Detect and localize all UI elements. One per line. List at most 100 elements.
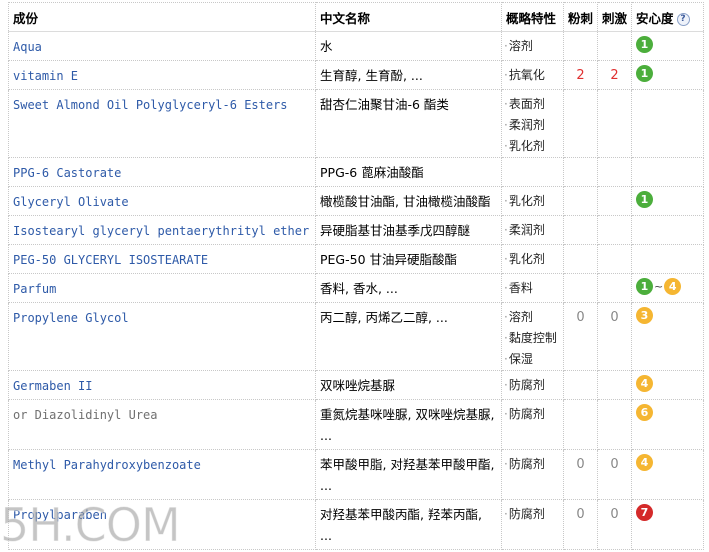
irritation-score: 0 bbox=[597, 499, 632, 550]
acne-score bbox=[563, 370, 598, 400]
chinese-name: 甜杏仁油聚甘油-6 酯类 bbox=[315, 89, 502, 158]
irritation-score bbox=[597, 399, 632, 450]
ingredient-name-link[interactable]: Parfum bbox=[8, 273, 316, 303]
help-icon[interactable]: ? bbox=[676, 12, 690, 26]
safety-badge[interactable]: 6 bbox=[636, 404, 653, 421]
irritation-score bbox=[597, 31, 632, 61]
table-row: Methyl Parahydroxybenzoate 苯甲酸甲脂, 对羟基苯甲酸甲… bbox=[8, 449, 704, 500]
function-item: ·乳化剂 bbox=[504, 252, 545, 266]
function-item: ·柔润剂 bbox=[504, 118, 545, 132]
table-row: Sweet Almond Oil Polyglyceryl-6 Esters 甜杏… bbox=[8, 89, 704, 158]
ingredient-name-link[interactable]: Methyl Parahydroxybenzoate bbox=[8, 449, 316, 500]
function-label: 香料 bbox=[508, 281, 533, 295]
safety-cell: 6 bbox=[631, 399, 704, 450]
acne-score bbox=[563, 215, 598, 245]
acne-score bbox=[563, 399, 598, 450]
irritation-score bbox=[597, 89, 632, 158]
irritation-score bbox=[597, 186, 632, 216]
function-cell: ·防腐剂 bbox=[501, 499, 564, 550]
ingredient-name-link[interactable]: Sweet Almond Oil Polyglyceryl-6 Esters bbox=[8, 89, 316, 158]
acne-score bbox=[563, 244, 598, 274]
function-item: ·乳化剂 bbox=[504, 194, 545, 208]
table-row: Propylparaben 对羟基苯甲酸丙酯, 羟苯丙酯, ... ·防腐剂 0 0 7 bbox=[8, 499, 704, 550]
irritation-score: 0 bbox=[597, 302, 632, 371]
ingredient-name-link[interactable]: Germaben II bbox=[8, 370, 316, 400]
irritation-score bbox=[597, 370, 632, 400]
table-row: or Diazolidinyl Urea 重氮烷基咪唑脲, 双咪唑烷基脲, ...… bbox=[8, 399, 704, 450]
chinese-name: PPG-6 蓖麻油酸酯 bbox=[315, 157, 502, 187]
acne-score bbox=[563, 273, 598, 303]
irritation-score: 2 bbox=[597, 60, 632, 90]
function-item: ·防腐剂 bbox=[504, 378, 545, 392]
function-item: ·溶剂 bbox=[504, 310, 533, 324]
function-item: ·表面剂 bbox=[504, 97, 545, 111]
function-label: 抗氧化 bbox=[508, 68, 545, 82]
safety-badge[interactable]: 4 bbox=[636, 375, 653, 392]
chinese-name: 对羟基苯甲酸丙酯, 羟苯丙酯, ... bbox=[315, 499, 502, 550]
function-label: 溶剂 bbox=[508, 310, 533, 324]
range-separator: ~ bbox=[654, 280, 664, 293]
header-cn-name: 中文名称 bbox=[315, 2, 502, 32]
chinese-name: 橄榄酸甘油酯, 甘油橄榄油酸酯 bbox=[315, 186, 502, 216]
table-row: Propylene Glycol 丙二醇, 丙烯乙二醇, ... ·溶剂 ·黏度控制 ·… bbox=[8, 302, 704, 371]
function-item: ·保湿 bbox=[504, 352, 533, 366]
safety-badge[interactable]: 7 bbox=[636, 504, 653, 521]
ingredient-name-link[interactable]: Isostearyl glyceryl pentaerythrityl ethe… bbox=[8, 215, 316, 245]
function-cell: ·柔润剂 bbox=[501, 215, 564, 245]
ingredient-table: 成份 中文名称 概略特性 粉刺 刺激 安心度? Aqua 水 ·溶剂 1 vitamin… bbox=[8, 2, 704, 550]
irritation-score bbox=[597, 215, 632, 245]
acne-score: 0 bbox=[563, 499, 598, 550]
ingredient-name-link[interactable]: Propylene Glycol bbox=[8, 302, 316, 371]
ingredient-name-link[interactable]: Glyceryl Olivate bbox=[8, 186, 316, 216]
function-item: ·溶剂 bbox=[504, 39, 533, 53]
function-item: ·黏度控制 bbox=[504, 331, 557, 345]
chinese-name: 重氮烷基咪唑脲, 双咪唑烷基脲, ... bbox=[315, 399, 502, 450]
function-item: ·抗氧化 bbox=[504, 68, 545, 82]
acne-score: 0 bbox=[563, 449, 598, 500]
safety-badge[interactable]: 1 bbox=[636, 278, 653, 295]
function-label: 乳化剂 bbox=[508, 139, 545, 153]
safety-badge[interactable]: 4 bbox=[636, 454, 653, 471]
safety-cell bbox=[631, 244, 704, 274]
function-item: ·乳化剂 bbox=[504, 139, 545, 153]
irritation-score bbox=[597, 157, 632, 187]
safety-badge[interactable]: 1 bbox=[636, 65, 653, 82]
function-label: 柔润剂 bbox=[508, 223, 545, 237]
safety-cell: 7 bbox=[631, 499, 704, 550]
table-row: vitamin E 生育醇, 生育酚, ... ·抗氧化 2 2 1 bbox=[8, 60, 704, 90]
table-row: PPG-6 Castorate PPG-6 蓖麻油酸酯 bbox=[8, 157, 704, 187]
function-label: 溶剂 bbox=[508, 39, 533, 53]
table-header-row: 成份 中文名称 概略特性 粉刺 刺激 安心度? bbox=[8, 2, 704, 32]
function-cell: ·抗氧化 bbox=[501, 60, 564, 90]
ingredient-name-link[interactable]: Propylparaben bbox=[8, 499, 316, 550]
function-cell bbox=[501, 157, 564, 187]
function-item: ·香料 bbox=[504, 281, 533, 295]
irritation-score bbox=[597, 244, 632, 274]
irritation-score bbox=[597, 273, 632, 303]
ingredient-name-link[interactable]: PEG-50 GLYCERYL ISOSTEARATE bbox=[8, 244, 316, 274]
chinese-name: 异硬脂基甘油基季戊四醇醚 bbox=[315, 215, 502, 245]
ingredient-name-link[interactable]: Aqua bbox=[8, 31, 316, 61]
safety-cell: 1 bbox=[631, 60, 704, 90]
function-label: 防腐剂 bbox=[508, 407, 545, 421]
chinese-name: 双咪唑烷基脲 bbox=[315, 370, 502, 400]
safety-badge[interactable]: 1 bbox=[636, 191, 653, 208]
safety-badge[interactable]: 3 bbox=[636, 307, 653, 324]
function-item: ·防腐剂 bbox=[504, 457, 545, 471]
ingredient-name-link[interactable]: or Diazolidinyl Urea bbox=[8, 399, 316, 450]
safety-badge[interactable]: 1 bbox=[636, 36, 653, 53]
ingredient-name-link[interactable]: vitamin E bbox=[8, 60, 316, 90]
function-label: 防腐剂 bbox=[508, 457, 545, 471]
function-cell: ·溶剂 ·黏度控制 ·保湿 bbox=[501, 302, 564, 371]
chinese-name: 水 bbox=[315, 31, 502, 61]
header-irritation: 刺激 bbox=[597, 2, 632, 32]
acne-score bbox=[563, 31, 598, 61]
function-label: 乳化剂 bbox=[508, 194, 545, 208]
function-cell: ·表面剂 ·柔润剂 ·乳化剂 bbox=[501, 89, 564, 158]
header-name: 成份 bbox=[8, 2, 316, 32]
function-cell: ·乳化剂 bbox=[501, 244, 564, 274]
safety-cell bbox=[631, 89, 704, 158]
ingredient-name-link[interactable]: PPG-6 Castorate bbox=[8, 157, 316, 187]
safety-badge[interactable]: 4 bbox=[664, 278, 682, 295]
table-row: Germaben II 双咪唑烷基脲 ·防腐剂 4 bbox=[8, 370, 704, 400]
